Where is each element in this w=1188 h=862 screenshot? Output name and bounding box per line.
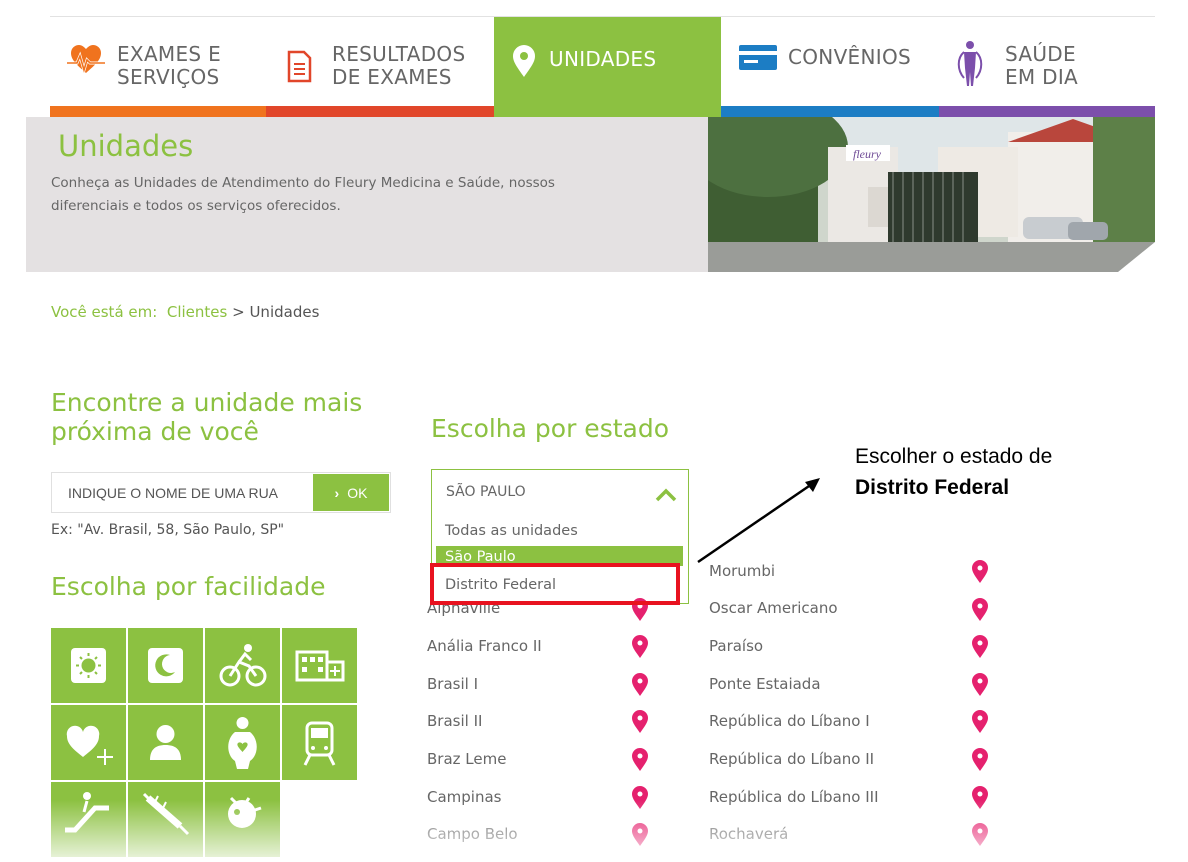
moon-icon [148, 648, 183, 683]
chevron-right-icon: › [334, 484, 340, 501]
annotation-text: Escolher o estado de Distrito Federal [855, 441, 1052, 503]
state-option-sao-paulo[interactable]: São Paulo [436, 546, 683, 566]
unit-link[interactable]: Campinas [427, 788, 501, 806]
state-heading: Escolha por estado [431, 414, 670, 443]
nav-label: EXAMES E SERVIÇOS [117, 42, 222, 89]
facility-escalator[interactable] [51, 782, 126, 857]
state-dropdown[interactable]: SÃO PAULO Todas as unidades São Paulo Di… [431, 469, 689, 604]
syringe-icon [142, 792, 190, 836]
annotation-line-2: Distrito Federal [855, 472, 1052, 503]
nav-unidades[interactable]: UNIDADES [494, 17, 721, 118]
unit-link[interactable]: Brasil I [427, 675, 478, 693]
nav-label: RESULTADOS DE EXAMES [332, 42, 466, 89]
document-icon [287, 50, 312, 83]
facility-heading: Escolha por facilidade [51, 572, 326, 601]
facility-sun[interactable] [51, 628, 126, 703]
ok-label: OK [347, 484, 368, 501]
location-pin-icon [513, 45, 535, 77]
nav-label: CONVÊNIOS [788, 45, 911, 69]
breadcrumb-current: Unidades [249, 303, 320, 321]
unit-link[interactable]: República do Líbano II [709, 750, 874, 768]
breadcrumb-link-clientes[interactable]: Clientes [167, 303, 227, 321]
person-icon [150, 725, 181, 760]
sun-icon [71, 648, 106, 683]
nav-label: UNIDADES [549, 47, 657, 71]
nav-saude-em-dia[interactable]: SAÚDE EM DIA [939, 17, 1155, 118]
map-pin-icon[interactable] [971, 709, 989, 734]
annotation-line-1: Escolher o estado de [855, 445, 1053, 468]
main-nav: EXAMES E SERVIÇOS RESULTADOS DE EXAMES U… [50, 17, 1155, 118]
fleury-logo: fleury [853, 147, 882, 161]
annotation-arrow [697, 478, 820, 564]
state-option-all[interactable]: Todas as unidades [436, 519, 683, 543]
train-icon [303, 721, 336, 766]
map-pin-icon[interactable] [971, 559, 989, 584]
unit-link[interactable]: Anália Franco II [427, 637, 542, 655]
facility-hospital[interactable] [282, 628, 357, 703]
map-pin-icon[interactable] [971, 785, 989, 810]
facility-health[interactable] [51, 705, 126, 780]
annotation-highlight: Distrito Federal [855, 476, 1010, 499]
pregnant-woman-icon [228, 717, 257, 769]
unit-link[interactable]: Paraíso [709, 637, 763, 655]
find-heading: Encontre a unidade mais próxima de você [51, 388, 363, 446]
facility-night[interactable] [128, 628, 203, 703]
map-pin-icon[interactable] [631, 672, 649, 697]
map-pin-icon[interactable] [971, 672, 989, 697]
facility-train[interactable] [282, 705, 357, 780]
unit-link[interactable]: Braz Leme [427, 750, 506, 768]
map-pin-icon[interactable] [971, 597, 989, 622]
page-title: Unidades [58, 129, 194, 163]
map-pin-icon[interactable] [631, 709, 649, 734]
nav-convenios[interactable]: CONVÊNIOS [721, 17, 939, 118]
unit-link[interactable]: Brasil II [427, 712, 482, 730]
vaccine-icon [228, 796, 262, 828]
nav-exames-servicos[interactable]: EXAMES E SERVIÇOS [50, 17, 266, 118]
street-search-input[interactable] [52, 473, 312, 512]
facility-bike[interactable] [205, 628, 280, 703]
state-dropdown-value: SÃO PAULO [446, 484, 526, 500]
cyclist-icon [219, 644, 267, 687]
unit-building-photo: fleury [708, 117, 1155, 272]
unit-link[interactable]: Rochaverá [709, 825, 788, 843]
breadcrumb: Você está em: Clientes > Unidades [51, 303, 319, 321]
map-pin-icon[interactable] [631, 747, 649, 772]
street-search: › OK [51, 472, 391, 513]
facility-vaccine[interactable] [128, 782, 203, 857]
unit-link[interactable]: Campo Belo [427, 825, 518, 843]
nav-resultados-exames[interactable]: RESULTADOS DE EXAMES [266, 17, 494, 118]
card-icon [739, 45, 777, 70]
unit-link[interactable]: Ponte Estaiada [709, 675, 821, 693]
state-option-distrito-federal[interactable]: Distrito Federal [436, 573, 683, 597]
unit-link[interactable]: República do Líbano I [709, 712, 870, 730]
page-description: Conheça as Unidades de Atendimento do Fl… [51, 175, 555, 214]
chevron-up-icon[interactable] [654, 487, 678, 503]
heartbeat-icon [67, 45, 105, 76]
exercise-person-icon [957, 41, 983, 86]
search-example: Ex: "Av. Brasil, 58, São Paulo, SP" [51, 522, 285, 538]
map-pin-icon[interactable] [971, 747, 989, 772]
breadcrumb-separator: > [232, 303, 245, 321]
map-pin-icon[interactable] [631, 597, 649, 622]
heart-plus-icon [66, 725, 113, 765]
map-pin-icon[interactable] [631, 785, 649, 810]
unit-link[interactable]: Alphaville [427, 599, 500, 617]
map-pin-icon[interactable] [971, 822, 989, 847]
search-ok-button[interactable]: › OK [313, 474, 389, 511]
facility-pregnant[interactable] [205, 705, 280, 780]
hero-banner: Unidades Conheça as Unidades de Atendime… [26, 117, 1155, 272]
map-pin-icon[interactable] [971, 634, 989, 659]
unit-link[interactable]: República do Líbano III [709, 788, 879, 806]
unit-link[interactable]: Oscar Americano [709, 599, 838, 617]
facility-vaccination[interactable] [205, 782, 280, 857]
hospital-building-icon [295, 650, 345, 682]
nav-label: SAÚDE EM DIA [1005, 42, 1079, 89]
map-pin-icon[interactable] [631, 634, 649, 659]
facility-person[interactable] [128, 705, 203, 780]
map-pin-icon[interactable] [631, 822, 649, 847]
breadcrumb-prefix: Você está em: [51, 303, 158, 321]
escalator-icon [65, 792, 109, 833]
